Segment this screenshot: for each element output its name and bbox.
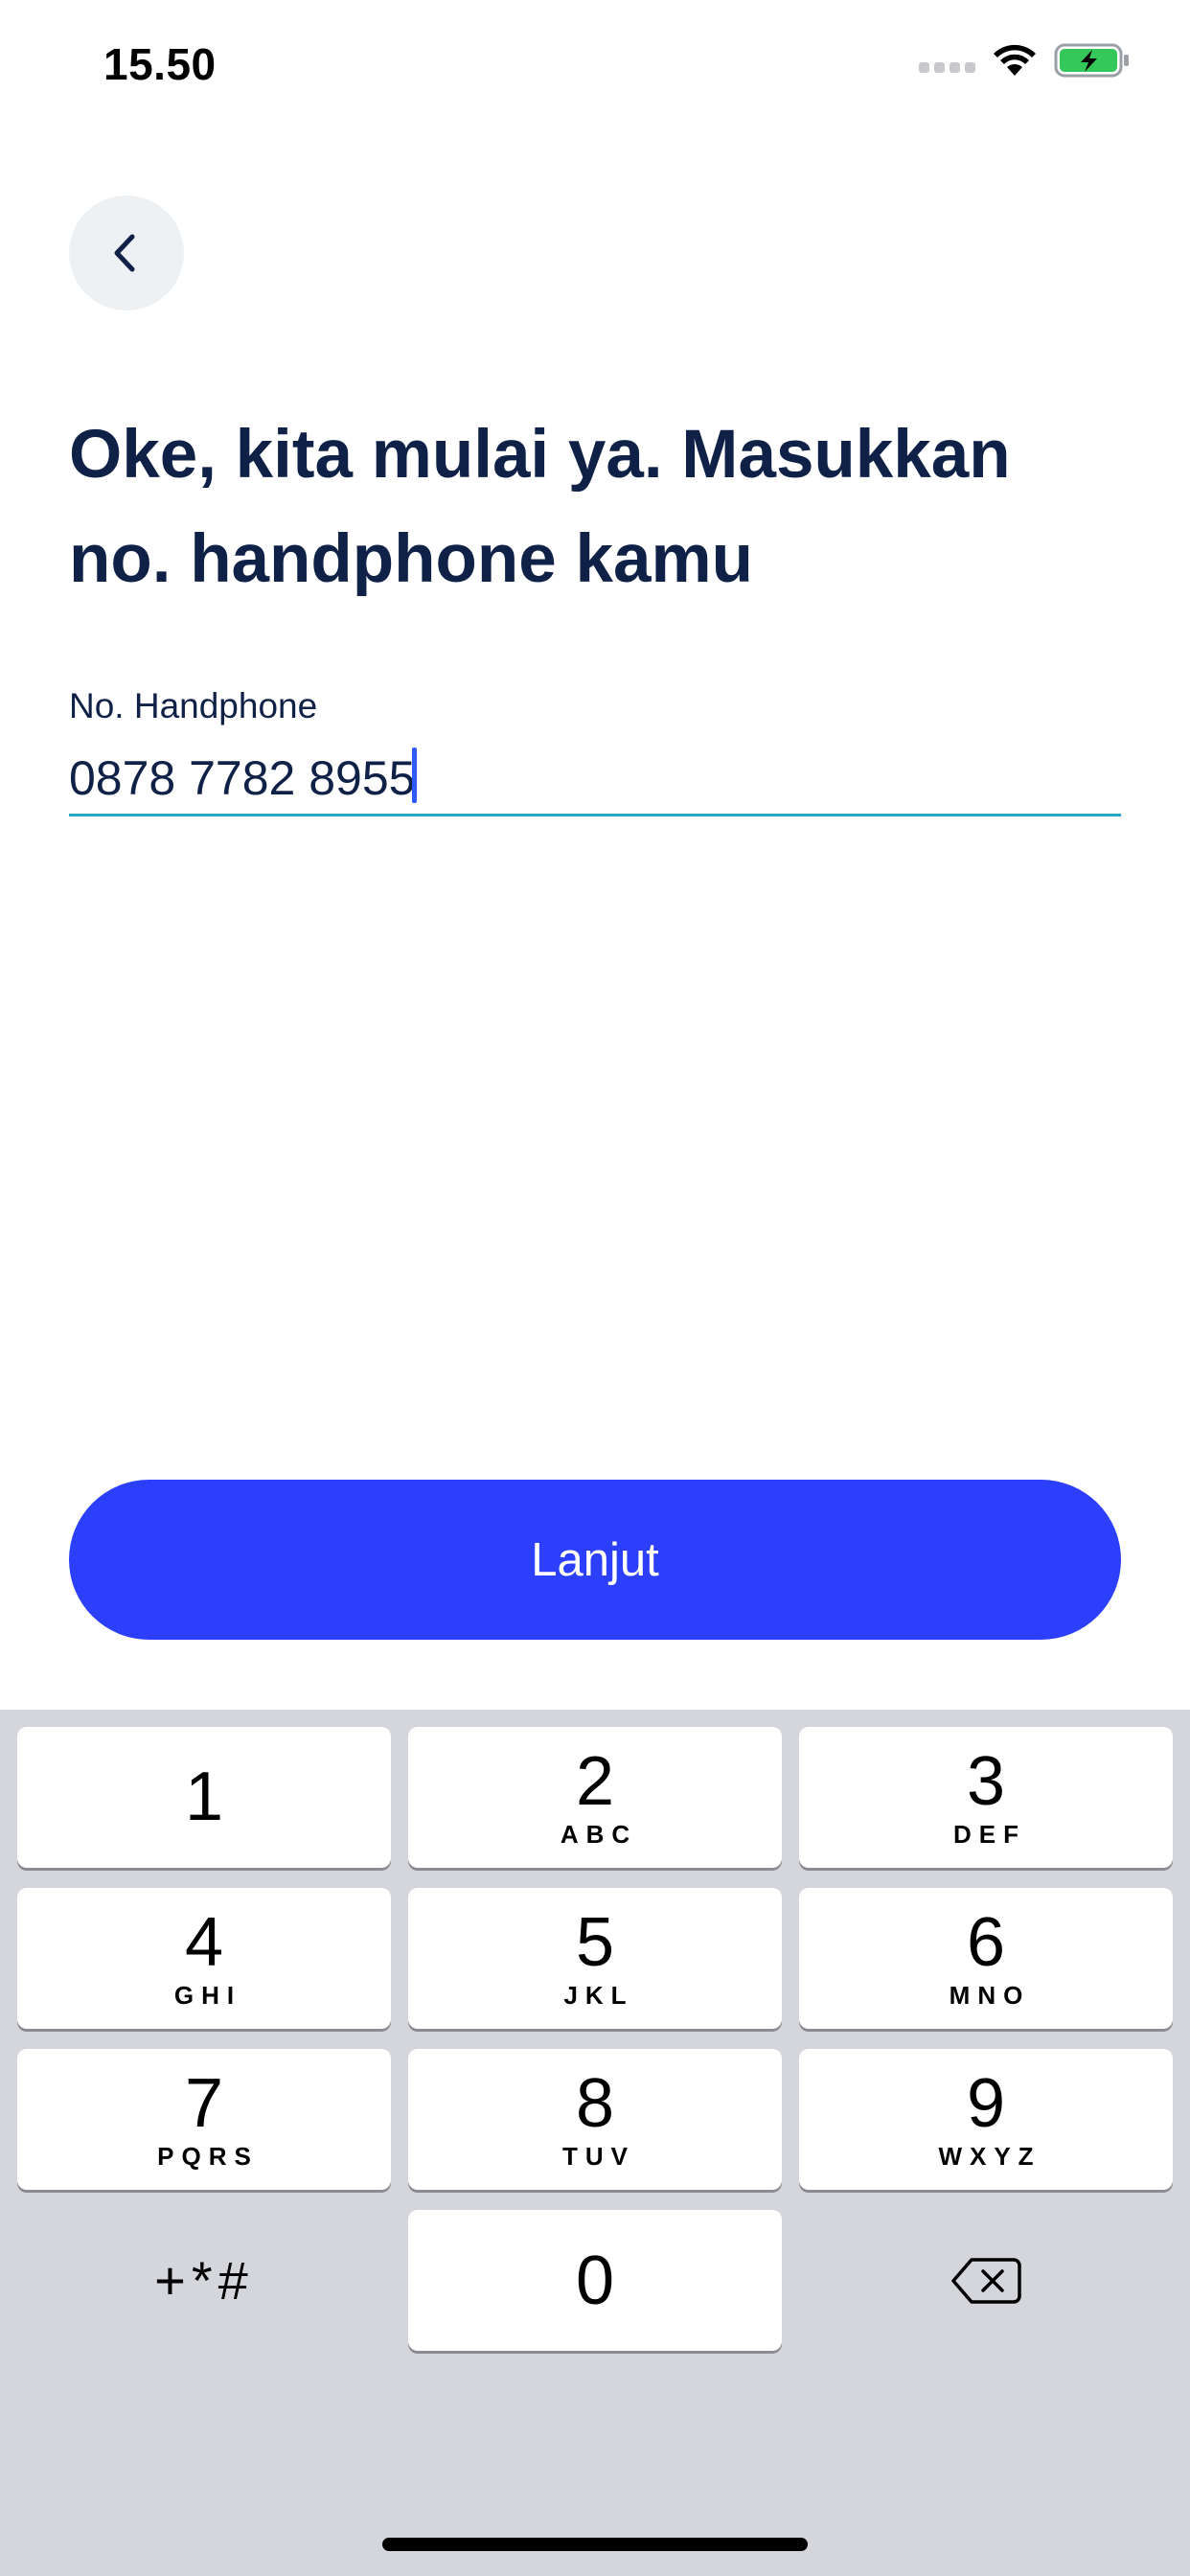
key-letters: DEF xyxy=(953,1820,1026,1849)
key-3[interactable]: 3 DEF xyxy=(799,1727,1173,1868)
key-7[interactable]: 7 PQRS xyxy=(17,2049,391,2190)
key-letters: MNO xyxy=(949,1981,1031,2010)
key-digit: 5 xyxy=(575,1904,615,1981)
key-2[interactable]: 2 ABC xyxy=(408,1727,782,1868)
key-letters: ABC xyxy=(560,1820,638,1849)
key-9[interactable]: 9 WXYZ xyxy=(799,2049,1173,2190)
phone-field-underline xyxy=(69,814,1121,816)
key-1[interactable]: 1 xyxy=(17,1727,391,1868)
continue-button[interactable]: Lanjut xyxy=(69,1480,1121,1640)
phone-field-label: No. Handphone xyxy=(69,686,318,725)
numeric-keypad: 1 2 ABC 3 DEF 4 GHI 5 JKL 6 MNO 7 PQRS 8 xyxy=(0,1710,1190,2576)
key-5[interactable]: 5 JKL xyxy=(408,1888,782,2029)
key-digit: 7 xyxy=(184,2065,224,2142)
key-digit: 6 xyxy=(966,1904,1006,1981)
key-letters: JKL xyxy=(563,1981,634,2010)
key-letters: GHI xyxy=(173,1981,242,2010)
status-bar: 15.50 xyxy=(0,0,1190,129)
back-button[interactable] xyxy=(69,196,184,310)
chevron-left-icon xyxy=(114,234,135,272)
key-digit: 3 xyxy=(966,1743,1006,1820)
home-indicator xyxy=(382,2538,808,2551)
wifi-icon xyxy=(994,44,1036,76)
key-4[interactable]: 4 GHI xyxy=(17,1888,391,2029)
phone-number-input[interactable] xyxy=(69,740,1121,816)
key-digit: 8 xyxy=(575,2065,615,2142)
symbols-key-label: +*# xyxy=(154,2250,254,2311)
key-symbols[interactable]: +*# xyxy=(17,2210,391,2351)
key-6[interactable]: 6 MNO xyxy=(799,1888,1173,2029)
key-digit: 4 xyxy=(184,1904,224,1981)
battery-charging-icon xyxy=(1054,43,1129,78)
text-caret xyxy=(412,748,417,803)
key-digit: 1 xyxy=(184,1758,224,1835)
key-letters: WXYZ xyxy=(938,2142,1041,2171)
phone-entry-screen: 15.50 Oke, kita mulai ya. Masukkan no. h… xyxy=(0,0,1190,2576)
key-8[interactable]: 8 TUV xyxy=(408,2049,782,2190)
key-letters: PQRS xyxy=(157,2142,259,2171)
key-digit: 0 xyxy=(575,2242,615,2319)
delete-key[interactable] xyxy=(799,2210,1173,2351)
backspace-icon xyxy=(951,2257,1021,2304)
status-icons xyxy=(919,42,1131,79)
page-title: Oke, kita mulai ya. Masukkan no. handpho… xyxy=(69,402,1133,611)
key-digit: 2 xyxy=(575,1743,615,1820)
key-letters: TUV xyxy=(562,2142,635,2171)
cellular-signal-icon xyxy=(919,48,975,73)
key-0[interactable]: 0 xyxy=(408,2210,782,2351)
key-digit: 9 xyxy=(966,2065,1006,2142)
page-title-line-2: no. handphone kamu xyxy=(69,521,753,597)
page-title-line-1: Oke, kita mulai ya. Masukkan xyxy=(69,417,1011,493)
status-time: 15.50 xyxy=(103,39,217,89)
